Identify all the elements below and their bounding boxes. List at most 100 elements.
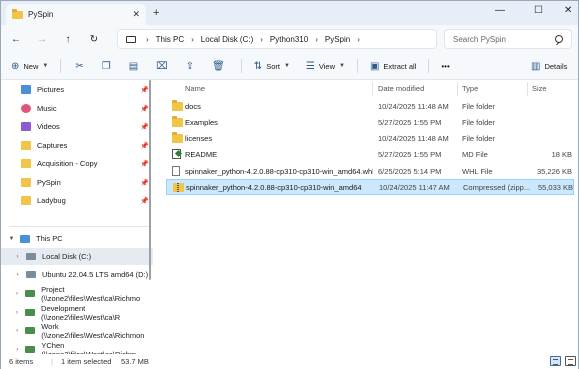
chevron-right-icon[interactable]: › bbox=[13, 347, 21, 353]
refresh-button[interactable]: ↻ bbox=[81, 34, 107, 45]
sidebar-item-ubuntu-drive[interactable]: › Ubuntu 22.04.5 LTS amd64 (D:) bbox=[1, 266, 153, 283]
file-date: 5/27/2025 1:55 PM bbox=[378, 149, 442, 159]
sidebar-item-this-pc[interactable]: ▼ This PC bbox=[1, 230, 153, 247]
folder-icon bbox=[21, 196, 31, 205]
file-row[interactable]: Examples 5/27/2025 1:55 PM File folder bbox=[166, 114, 574, 130]
sidebar-item-project-drive[interactable]: › Project (\\zone2\files\West\ca\Richmo bbox=[1, 285, 153, 303]
search-input[interactable]: Search PySpin bbox=[444, 29, 572, 49]
plus-icon: ⊕ bbox=[11, 60, 20, 72]
divider bbox=[9, 226, 151, 227]
view-label: View bbox=[318, 61, 335, 71]
copy-button[interactable]: ❐ bbox=[102, 61, 115, 72]
divider bbox=[240, 59, 242, 73]
sidebar-item-development-drive[interactable]: › Development (\\zone2\files\West\ca\R bbox=[1, 303, 153, 322]
chevron-down-icon: ▼ bbox=[283, 63, 290, 69]
sidebar-item-pyspin[interactable]: PySpin 📌 bbox=[1, 174, 153, 191]
file-date: 10/24/2025 11:48 AM bbox=[378, 133, 449, 143]
file-type: Compressed (zipp... bbox=[463, 182, 531, 192]
pictures-icon bbox=[21, 85, 31, 94]
file-size: 18 KB bbox=[551, 149, 572, 159]
sidebar-item-captures[interactable]: Captures 📌 bbox=[1, 137, 153, 154]
chevron-right-icon: › bbox=[191, 34, 194, 44]
breadcrumb-pyspin[interactable]: PySpin bbox=[325, 35, 350, 44]
more-options-button[interactable]: ••• bbox=[441, 62, 449, 71]
sidebar-item-videos[interactable]: Videos 📌 bbox=[1, 118, 153, 135]
sidebar-item-label: Development (\\zone2\files\West\ca\R bbox=[41, 303, 121, 322]
chevron-right-icon[interactable]: › bbox=[13, 310, 21, 316]
drive-icon bbox=[26, 271, 36, 278]
file-row[interactable]: docs 10/24/2025 11:48 AM File folder bbox=[166, 98, 574, 114]
sidebar-item-label: YChen (\\zone2\files\West\ca\Richm bbox=[41, 340, 137, 355]
breadcrumb-python310[interactable]: Python310 bbox=[270, 35, 308, 44]
breadcrumb-this-pc[interactable]: This PC bbox=[156, 35, 184, 44]
delete-button[interactable]: 🗑 bbox=[212, 61, 229, 72]
folder-icon bbox=[172, 131, 183, 143]
extract-icon: ▣ bbox=[369, 60, 380, 72]
file-row[interactable]: spinnaker_python-4.2.0.88-cp310-cp310-wi… bbox=[166, 163, 574, 179]
pin-icon: 📌 bbox=[140, 142, 149, 150]
column-divider[interactable] bbox=[372, 82, 373, 96]
file-name: spinnaker_python-4.2.0.88-cp310-cp310-wi… bbox=[186, 182, 362, 192]
column-header-size[interactable]: Size bbox=[532, 84, 547, 93]
sidebar-item-pictures[interactable]: Pictures 📌 bbox=[1, 81, 153, 98]
sidebar-item-label: Work (\\zone2\files\West\ca\Richmon bbox=[41, 321, 145, 340]
chevron-right-icon[interactable]: › bbox=[13, 291, 21, 297]
extract-all-label: Extract all bbox=[383, 61, 417, 71]
sidebar-item-ladybug[interactable]: Ladybug 📌 bbox=[1, 192, 153, 209]
column-header-type[interactable]: Type bbox=[462, 84, 478, 93]
clipboard-icon: ▤ bbox=[128, 60, 139, 72]
close-window-button[interactable]: ✕ bbox=[564, 5, 572, 16]
file-row[interactable]: README 5/27/2025 1:55 PM MD File 18 KB bbox=[166, 146, 574, 162]
sidebar-item-label: PySpin bbox=[37, 178, 61, 187]
sidebar-item-music[interactable]: Music 📌 bbox=[1, 100, 153, 117]
extract-all-button[interactable]: ▣ Extract all bbox=[370, 61, 416, 72]
rename-button[interactable]: ⌧ bbox=[156, 61, 172, 72]
details-button[interactable]: ▥ Details bbox=[531, 61, 567, 72]
sidebar-item-acquisition-copy[interactable]: Acquisition - Copy 📌 bbox=[1, 155, 153, 172]
chevron-right-icon[interactable]: › bbox=[13, 328, 21, 334]
tiles-view-icon[interactable] bbox=[565, 356, 576, 366]
close-tab-icon[interactable]: ✕ bbox=[132, 9, 140, 20]
pin-icon: 📌 bbox=[140, 197, 149, 205]
file-date: 10/24/2025 11:47 AM bbox=[379, 182, 450, 192]
tab-pyspin[interactable]: PySpin ✕ bbox=[6, 4, 146, 25]
share-button[interactable]: ⇪ bbox=[186, 61, 198, 72]
rename-icon: ⌧ bbox=[156, 60, 168, 72]
cut-button[interactable]: ✂ bbox=[75, 61, 87, 72]
back-button[interactable]: ← bbox=[3, 34, 29, 45]
address-bar[interactable]: › This PC › Local Disk (C:) › Python310 … bbox=[117, 29, 437, 49]
sort-button[interactable]: ⇅ Sort ▼ bbox=[254, 61, 290, 72]
column-header-date[interactable]: Date modified bbox=[378, 84, 424, 93]
chevron-right-icon[interactable]: › bbox=[13, 272, 22, 278]
file-row[interactable]: licenses 10/24/2025 11:48 AM File folder bbox=[166, 130, 574, 146]
up-button[interactable]: ↑ bbox=[55, 34, 81, 45]
sidebar-item-local-disk[interactable]: › Local Disk (C:) bbox=[1, 248, 153, 265]
sidebar-item-label: Videos bbox=[37, 122, 60, 131]
view-button[interactable]: ☰ View ▼ bbox=[306, 61, 345, 72]
details-view-icon[interactable] bbox=[550, 356, 561, 366]
breadcrumb-local-disk[interactable]: Local Disk (C:) bbox=[201, 35, 253, 44]
file-row-selected[interactable]: spinnaker_python-4.2.0.88-cp310-cp310-wi… bbox=[166, 179, 574, 195]
status-bar: 6 items | 1 item selected 53.7 MB bbox=[1, 354, 578, 369]
chevron-right-icon: › bbox=[315, 34, 318, 44]
forward-button[interactable]: → bbox=[29, 34, 55, 45]
paste-button[interactable]: ▤ bbox=[129, 61, 142, 72]
chevron-down-icon[interactable]: ▼ bbox=[7, 236, 16, 242]
new-tab-button[interactable]: + bbox=[153, 7, 159, 19]
new-button[interactable]: ⊕ New ▼ bbox=[11, 61, 48, 72]
file-type: File folder bbox=[462, 133, 495, 143]
drive-icon bbox=[26, 253, 36, 260]
column-divider[interactable] bbox=[527, 82, 528, 96]
maximize-button[interactable]: ☐ bbox=[534, 5, 543, 16]
sidebar-scrollbar[interactable] bbox=[149, 80, 151, 280]
network-drive-icon bbox=[25, 290, 36, 297]
minimize-button[interactable]: — bbox=[495, 5, 505, 16]
chevron-right-icon: › bbox=[260, 34, 263, 44]
column-header-name[interactable]: Name bbox=[185, 84, 205, 93]
chevron-right-icon: › bbox=[146, 34, 149, 44]
sidebar-item-work-drive[interactable]: › Work (\\zone2\files\West\ca\Richmon bbox=[1, 321, 153, 340]
chevron-right-icon[interactable]: › bbox=[13, 254, 22, 260]
column-divider[interactable] bbox=[457, 82, 458, 96]
sidebar-item-ychen-drive[interactable]: › YChen (\\zone2\files\West\ca\Richm bbox=[1, 340, 153, 355]
view-icon: ☰ bbox=[305, 60, 315, 72]
